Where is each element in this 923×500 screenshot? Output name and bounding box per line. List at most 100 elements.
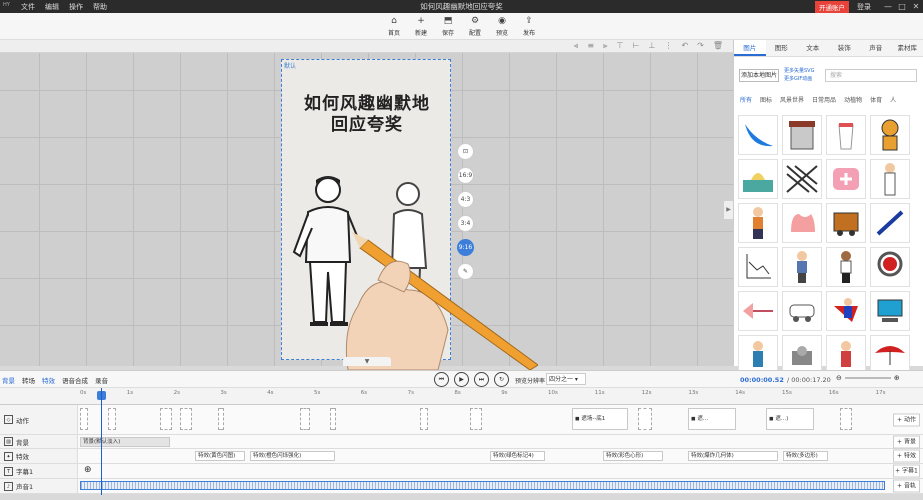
tab-images[interactable]: 图片 — [734, 40, 766, 56]
preview-ratio-select[interactable]: 四分之一 ▾ — [546, 373, 586, 385]
ratio-16-9-button[interactable]: 16:9 — [457, 167, 474, 184]
action-block[interactable] — [840, 408, 852, 430]
open-account-button[interactable]: 开通账户 — [815, 0, 849, 13]
loop-button[interactable]: ↻ — [494, 372, 509, 387]
lock-ratio-button[interactable]: ⊡ — [457, 143, 474, 160]
asset-thumb[interactable] — [826, 203, 866, 243]
asset-thumb[interactable] — [782, 335, 822, 375]
menu-operate[interactable]: 操作 — [69, 2, 83, 12]
effect-clip[interactable]: 特效(爆炸几何体) — [688, 451, 778, 461]
tab-sound[interactable]: 声音 — [860, 40, 892, 56]
category-nature[interactable]: 动植物 — [844, 95, 862, 104]
effect-clip[interactable]: 特效(黄色闪图) — [195, 451, 245, 461]
asset-thumb[interactable] — [870, 247, 910, 287]
asset-thumb[interactable] — [738, 115, 778, 155]
menu-file[interactable]: 文件 — [21, 2, 35, 12]
category-all[interactable]: 所有 — [740, 95, 752, 104]
action-block[interactable] — [218, 408, 224, 430]
preview-button[interactable]: ◉ 预览 — [492, 13, 513, 39]
distribute-icon[interactable]: ⋮ — [664, 41, 672, 51]
tl-tab-effects[interactable]: 特效 — [42, 375, 55, 385]
ratio-4-3-button[interactable]: 4:3 — [457, 191, 474, 208]
redo-icon[interactable]: ↷ — [697, 41, 704, 51]
asset-thumb[interactable] — [782, 247, 822, 287]
add-subtitle-icon[interactable]: ⊕ — [84, 465, 92, 475]
zoom-out-icon[interactable]: ⊖ — [836, 374, 842, 382]
effect-clip[interactable]: 特效(多边形) — [783, 451, 828, 461]
asset-thumb[interactable] — [870, 115, 910, 155]
tl-tab-transition[interactable]: 转场 — [22, 375, 35, 385]
tl-tab-record[interactable]: 录音 — [95, 375, 108, 385]
effect-clip[interactable]: 特效(彩色心形) — [603, 451, 663, 461]
category-sports[interactable]: 体育 — [870, 95, 882, 104]
tab-decor[interactable]: 装饰 — [829, 40, 861, 56]
more-svg-link[interactable]: 更多矢量SVG — [784, 67, 814, 75]
play-button[interactable]: ▶ — [454, 372, 469, 387]
asset-thumb[interactable] — [738, 203, 778, 243]
asset-thumb[interactable] — [738, 159, 778, 199]
asset-thumb[interactable] — [826, 335, 866, 375]
action-block[interactable] — [160, 408, 172, 430]
tab-library[interactable]: 素材库 — [892, 40, 923, 56]
close-button[interactable]: ✕ — [909, 2, 923, 11]
align-left-icon[interactable]: ⫷ — [574, 41, 579, 51]
action-block[interactable] — [470, 408, 482, 430]
action-block[interactable] — [80, 408, 88, 430]
tl-tab-tts[interactable]: 语音合成 — [62, 375, 88, 385]
action-block[interactable] — [180, 408, 192, 430]
category-scenery[interactable]: 风景世界 — [780, 95, 804, 104]
collapse-canvas-button[interactable]: ▼ — [343, 357, 391, 366]
maximize-button[interactable]: □ — [895, 2, 909, 11]
skip-back-button[interactable]: ⏮ — [434, 372, 449, 387]
action-clip[interactable]: ◼ 遮...) — [766, 408, 814, 430]
asset-thumb[interactable] — [782, 159, 822, 199]
action-clip[interactable]: ◼ 遮... — [688, 408, 736, 430]
asset-thumb[interactable] — [782, 115, 822, 155]
add-effect-button[interactable]: + 特效 — [893, 449, 920, 463]
category-icons[interactable]: 图标 — [760, 95, 772, 104]
asset-thumb[interactable] — [870, 291, 910, 331]
minimize-button[interactable]: — — [881, 2, 895, 11]
align-middle-icon[interactable]: ⊢ — [633, 41, 640, 51]
menu-edit[interactable]: 编辑 — [45, 2, 59, 12]
add-audio-track-button[interactable]: + 音轨 — [893, 479, 920, 493]
action-block[interactable] — [420, 408, 428, 430]
asset-thumb[interactable] — [738, 335, 778, 375]
asset-thumb[interactable] — [870, 159, 910, 199]
home-button[interactable]: ⌂ 首页 — [384, 13, 405, 39]
effect-clip[interactable]: 特效(橙色闪烁强化) — [250, 451, 335, 461]
edit-ratio-button[interactable]: ✎ — [457, 263, 474, 280]
login-button[interactable]: 登录 — [857, 2, 871, 12]
new-button[interactable]: + 新建 — [411, 13, 432, 39]
asset-thumb[interactable] — [826, 115, 866, 155]
action-block[interactable] — [330, 408, 336, 430]
asset-thumb[interactable] — [738, 247, 778, 287]
save-button[interactable]: ⬒ 保存 — [438, 13, 459, 39]
align-bottom-icon[interactable]: ⊥ — [648, 41, 655, 51]
background-clip[interactable]: 背景(默认淡入) — [80, 437, 170, 447]
ratio-9-16-button[interactable]: 9:16 — [457, 239, 474, 256]
config-button[interactable]: ⚙ 配置 — [465, 13, 486, 39]
asset-thumb[interactable] — [870, 335, 910, 375]
align-center-icon[interactable]: ≡ — [587, 41, 594, 51]
effect-clip[interactable]: 特效(绿色标记4) — [490, 451, 545, 461]
asset-thumb[interactable] — [738, 291, 778, 331]
asset-search-input[interactable]: 搜索 — [825, 69, 917, 82]
zoom-slider[interactable] — [844, 377, 891, 379]
tab-text[interactable]: 文本 — [797, 40, 829, 56]
delete-icon[interactable]: 🗑 — [713, 41, 723, 51]
category-people[interactable]: 人 — [890, 95, 896, 104]
publish-button[interactable]: ⇪ 发布 — [519, 13, 540, 39]
more-gif-link[interactable]: 更多GIF动画 — [784, 75, 814, 83]
action-block[interactable] — [638, 408, 652, 430]
tl-tab-background[interactable]: 背景 — [2, 375, 15, 385]
menu-help[interactable]: 帮助 — [93, 2, 107, 12]
add-action-button[interactable]: + 动作 — [893, 413, 920, 426]
asset-thumb[interactable] — [826, 247, 866, 287]
action-block[interactable] — [108, 408, 116, 430]
align-right-icon[interactable]: ⫸ — [603, 41, 608, 51]
stage-frame[interactable]: 默认 如何风趣幽默地 回应夸奖 — [281, 59, 538, 370]
add-local-image-button[interactable]: 添加本地图片 — [739, 69, 779, 82]
stage-headline[interactable]: 如何风趣幽默地 回应夸奖 — [282, 94, 452, 136]
asset-thumb[interactable] — [782, 203, 822, 243]
